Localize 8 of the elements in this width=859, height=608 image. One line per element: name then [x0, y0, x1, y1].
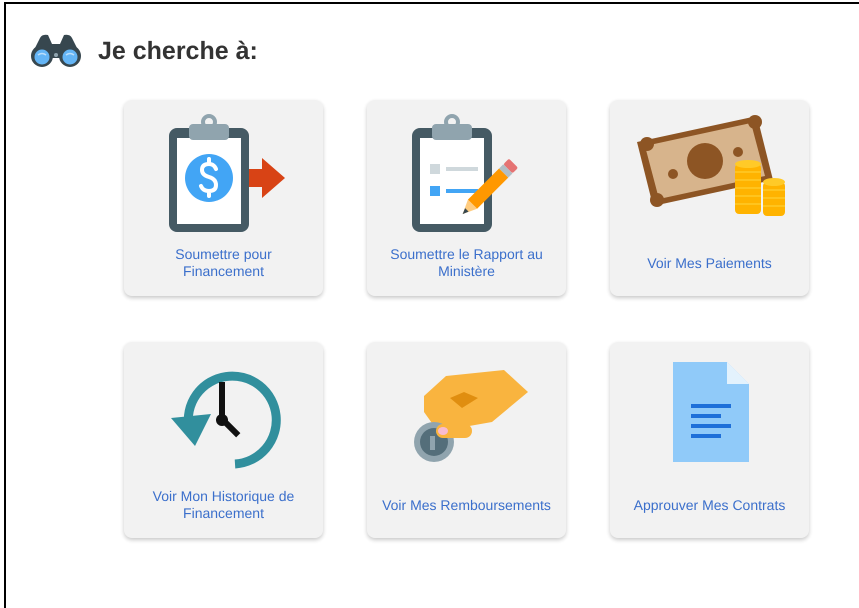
binoculars-icon [30, 34, 82, 68]
option-card[interactable]: Voir Mon Historique de Financement [124, 342, 323, 538]
option-card[interactable]: Approuver Mes Contrats [610, 342, 809, 538]
option-card[interactable]: Voir Mes Remboursements [367, 342, 566, 538]
option-card[interactable]: Soumettre pour Financement [124, 100, 323, 296]
page-title: Je cherche à: [98, 36, 258, 66]
option-card[interactable]: Voir Mes Paiements [610, 100, 809, 296]
option-card[interactable]: Soumettre le Rapport au Ministère [367, 100, 566, 296]
